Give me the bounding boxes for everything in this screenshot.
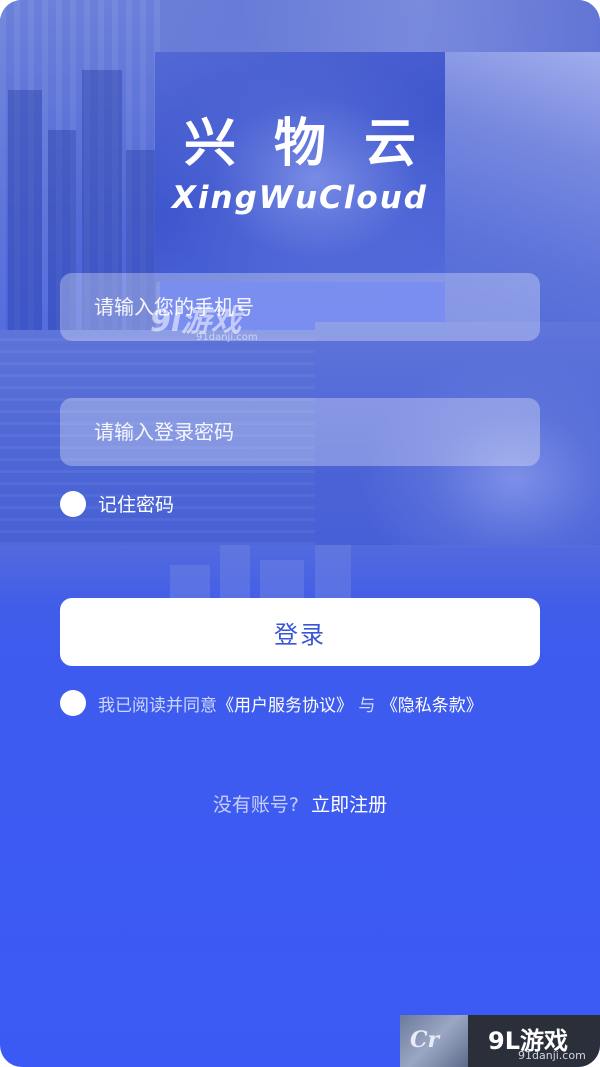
register-prompt: 没有账号? 立即注册	[0, 790, 600, 817]
agreement-conjunction: 与	[358, 695, 376, 716]
phone-field[interactable]	[60, 273, 540, 341]
watermark-site-domain: 91danji.com	[518, 1049, 586, 1062]
privacy-policy-link[interactable]: 《隐私条款》	[381, 696, 483, 716]
logo-title-english: XingWuCloud	[172, 180, 428, 216]
agreement-option[interactable]: 我已阅读并同意《用户服务协议》 与 《隐私条款》	[60, 690, 483, 716]
agreement-text: 我已阅读并同意《用户服务协议》 与 《隐私条款》	[98, 691, 483, 716]
remember-password-option[interactable]: 记住密码	[60, 490, 174, 517]
password-field[interactable]	[60, 398, 540, 466]
phone-input[interactable]	[92, 294, 508, 320]
logo-title-chinese: 兴物云	[183, 114, 454, 174]
watermark-chip-letters: Cr	[410, 1027, 440, 1053]
agreement-radio[interactable]	[60, 690, 86, 716]
password-input[interactable]	[92, 419, 508, 445]
login-screen: 兴物云 XingWuCloud 9l游戏 91danji.com 记住密码 登录…	[0, 0, 600, 1067]
agreement-prefix: 我已阅读并同意	[98, 695, 217, 716]
register-link[interactable]: 立即注册	[311, 794, 387, 816]
remember-password-radio[interactable]	[60, 490, 86, 517]
app-logo: 兴物云 XingWuCloud	[0, 112, 600, 218]
login-button[interactable]: 登录	[60, 598, 540, 666]
site-watermark-badge: Cr 9L游戏 91danji.com	[400, 1015, 600, 1067]
remember-password-label: 记住密码	[98, 494, 175, 516]
user-agreement-link[interactable]: 《用户服务协议》	[217, 696, 353, 716]
register-hint: 没有账号?	[212, 794, 300, 816]
